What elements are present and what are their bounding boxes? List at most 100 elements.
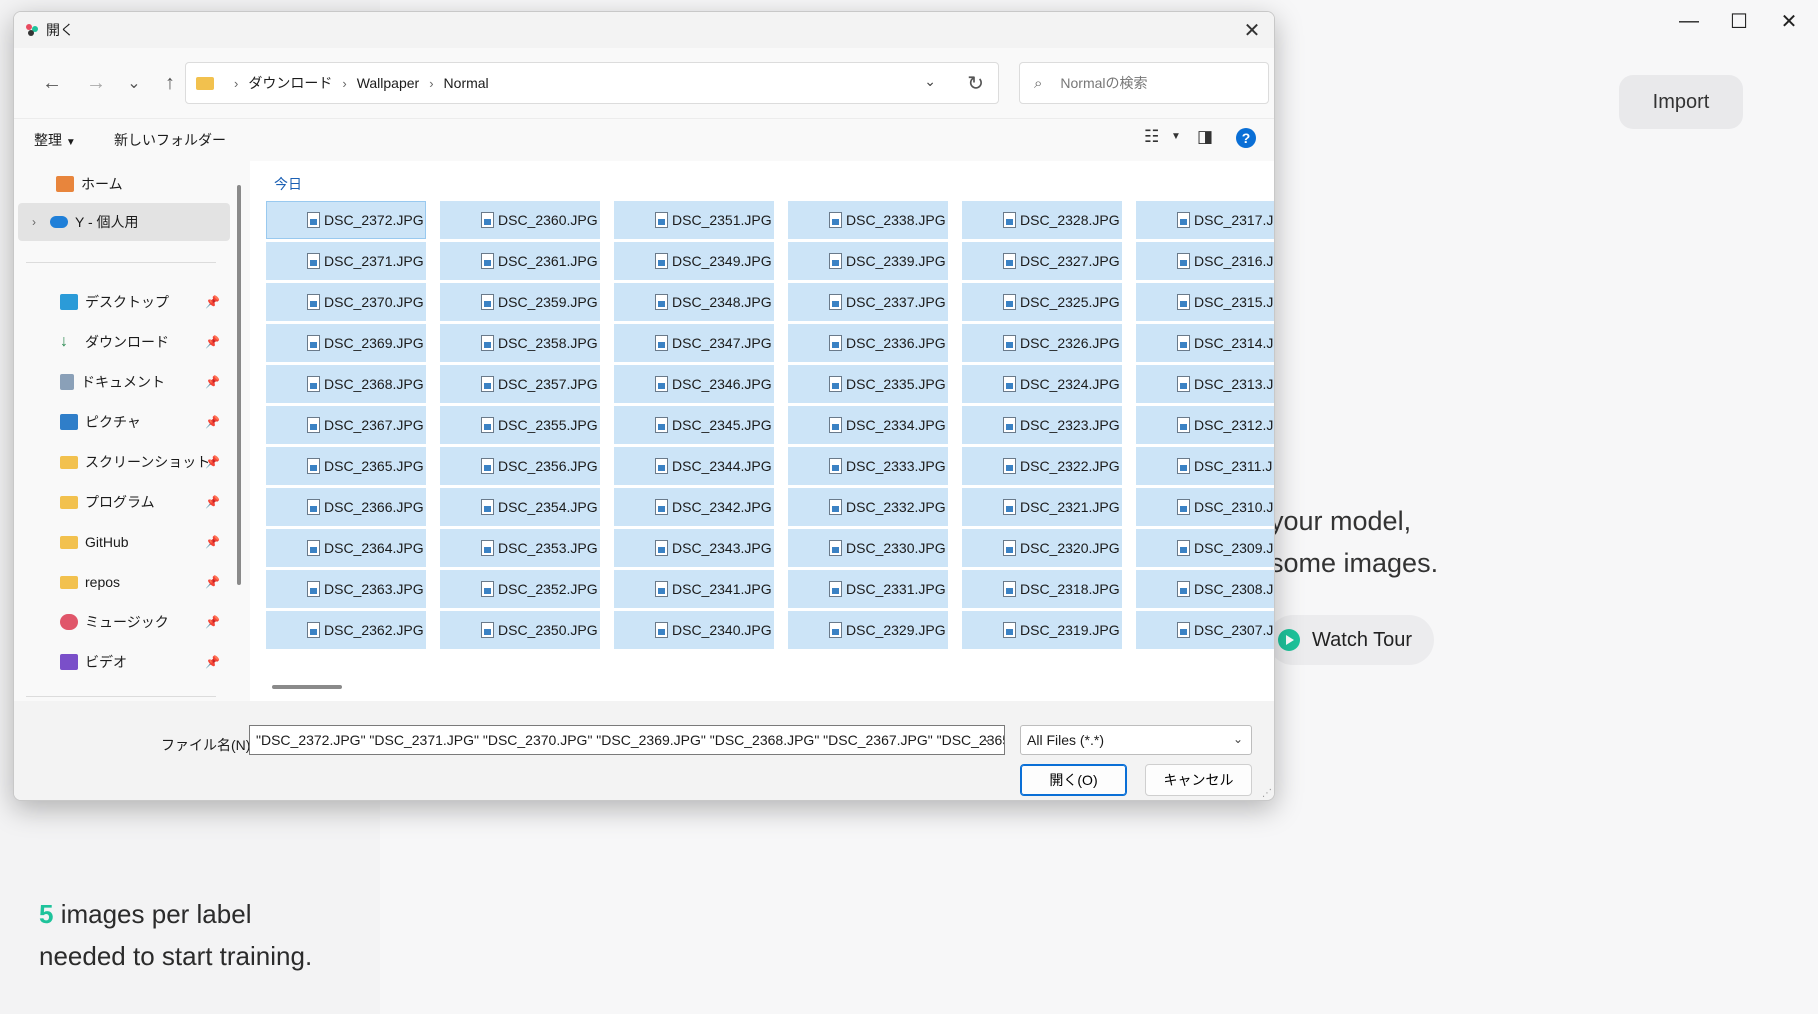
file-item[interactable]: DSC_2361.JPG — [440, 242, 600, 280]
file-item[interactable]: DSC_2313.J — [1136, 365, 1274, 403]
file-item[interactable]: DSC_2318.JPG — [962, 570, 1122, 608]
close-icon[interactable]: ✕ — [1764, 6, 1814, 36]
back-arrow-icon[interactable]: ← — [38, 70, 66, 96]
file-item[interactable]: DSC_2365.JPG — [266, 447, 426, 485]
pin-icon[interactable]: 📌 — [205, 575, 220, 589]
file-item[interactable]: DSC_2349.JPG — [614, 242, 774, 280]
file-item[interactable]: DSC_2335.JPG — [788, 365, 948, 403]
resize-grip-icon[interactable]: ⋰ — [1262, 788, 1272, 799]
nav-item-videos[interactable]: ビデオ 📌 — [18, 643, 230, 681]
file-item[interactable]: DSC_2322.JPG — [962, 447, 1122, 485]
file-item[interactable]: DSC_2346.JPG — [614, 365, 774, 403]
search-input[interactable]: ⌕ Normalの検索 — [1019, 62, 1269, 104]
pin-icon[interactable]: 📌 — [205, 615, 220, 629]
file-item[interactable]: DSC_2311.J — [1136, 447, 1274, 485]
file-item[interactable]: DSC_2329.JPG — [788, 611, 948, 649]
maximize-icon[interactable]: ☐ — [1714, 6, 1764, 36]
file-item[interactable]: DSC_2360.JPG — [440, 201, 600, 239]
file-item[interactable]: DSC_2362.JPG — [266, 611, 426, 649]
file-item[interactable]: DSC_2354.JPG — [440, 488, 600, 526]
file-item[interactable]: DSC_2358.JPG — [440, 324, 600, 362]
chevron-down-icon[interactable]: ⌄ — [924, 73, 936, 90]
minimize-icon[interactable]: — — [1664, 6, 1714, 36]
filetype-select[interactable]: All Files (*.*) ⌄ — [1020, 725, 1252, 755]
preview-pane-icon[interactable]: ◨ — [1197, 127, 1213, 147]
file-item[interactable]: DSC_2307.J — [1136, 611, 1274, 649]
open-button[interactable]: 開く(O) — [1020, 764, 1127, 796]
nav-item-documents[interactable]: ドキュメント 📌 — [18, 363, 230, 401]
pin-icon[interactable]: 📌 — [205, 495, 220, 509]
file-item[interactable]: DSC_2339.JPG — [788, 242, 948, 280]
file-item[interactable]: DSC_2336.JPG — [788, 324, 948, 362]
file-item[interactable]: DSC_2338.JPG — [788, 201, 948, 239]
file-item[interactable]: DSC_2324.JPG — [962, 365, 1122, 403]
file-item[interactable]: DSC_2357.JPG — [440, 365, 600, 403]
file-item[interactable]: DSC_2347.JPG — [614, 324, 774, 362]
file-item[interactable]: DSC_2371.JPG — [266, 242, 426, 280]
forward-arrow-icon[interactable]: → — [82, 70, 110, 96]
file-item[interactable]: DSC_2316.J — [1136, 242, 1274, 280]
breadcrumb-item[interactable]: Normal — [444, 75, 489, 91]
file-item[interactable]: DSC_2359.JPG — [440, 283, 600, 321]
file-item[interactable]: DSC_2363.JPG — [266, 570, 426, 608]
file-item[interactable]: DSC_2309.J — [1136, 529, 1274, 567]
file-item[interactable]: DSC_2364.JPG — [266, 529, 426, 567]
file-item[interactable]: DSC_2368.JPG — [266, 365, 426, 403]
view-options-icon[interactable]: ☷ — [1144, 127, 1159, 147]
nav-item-github[interactable]: GitHub 📌 — [18, 523, 230, 561]
file-item[interactable]: DSC_2352.JPG — [440, 570, 600, 608]
file-item[interactable]: DSC_2321.JPG — [962, 488, 1122, 526]
file-item[interactable]: DSC_2366.JPG — [266, 488, 426, 526]
file-item[interactable]: DSC_2319.JPG — [962, 611, 1122, 649]
nav-item-music[interactable]: ミュージック 📌 — [18, 603, 230, 641]
pin-icon[interactable]: 📌 — [205, 295, 220, 309]
file-item[interactable]: DSC_2320.JPG — [962, 529, 1122, 567]
import-button[interactable]: Import — [1619, 75, 1743, 129]
file-item[interactable]: DSC_2355.JPG — [440, 406, 600, 444]
refresh-icon[interactable]: ↻ — [967, 71, 984, 96]
recent-locations-icon[interactable]: ⌄ — [120, 70, 148, 96]
file-item[interactable]: DSC_2343.JPG — [614, 529, 774, 567]
horizontal-scrollbar[interactable] — [272, 685, 342, 689]
watch-tour-button[interactable]: Watch Tour — [1268, 615, 1434, 665]
up-arrow-icon[interactable]: ↑ — [156, 70, 184, 96]
file-item[interactable]: DSC_2328.JPG — [962, 201, 1122, 239]
nav-item-desktop[interactable]: デスクトップ 📌 — [18, 283, 230, 321]
file-item[interactable]: DSC_2356.JPG — [440, 447, 600, 485]
file-item[interactable]: DSC_2367.JPG — [266, 406, 426, 444]
file-item[interactable]: DSC_2344.JPG — [614, 447, 774, 485]
file-item[interactable]: DSC_2350.JPG — [440, 611, 600, 649]
breadcrumb-item[interactable]: Wallpaper — [357, 75, 420, 91]
file-item[interactable]: DSC_2308.J — [1136, 570, 1274, 608]
pin-icon[interactable]: 📌 — [205, 455, 220, 469]
nav-scrollbar[interactable] — [237, 185, 241, 585]
nav-item-repos[interactable]: repos 📌 — [18, 563, 230, 601]
file-item[interactable]: DSC_2331.JPG — [788, 570, 948, 608]
pin-icon[interactable]: 📌 — [205, 535, 220, 549]
file-item[interactable]: DSC_2327.JPG — [962, 242, 1122, 280]
address-bar[interactable]: › ダウンロード › Wallpaper › Normal ⌄ ↻ — [185, 62, 999, 104]
file-item[interactable]: DSC_2341.JPG — [614, 570, 774, 608]
file-item[interactable]: DSC_2310.J — [1136, 488, 1274, 526]
nav-item-pictures[interactable]: ピクチャ 📌 — [18, 403, 230, 441]
file-item[interactable]: DSC_2340.JPG — [614, 611, 774, 649]
file-item[interactable]: DSC_2369.JPG — [266, 324, 426, 362]
new-folder-button[interactable]: 新しいフォルダー — [114, 130, 226, 150]
file-item[interactable]: DSC_2353.JPG — [440, 529, 600, 567]
file-item[interactable]: DSC_2345.JPG — [614, 406, 774, 444]
file-item[interactable]: DSC_2317.J — [1136, 201, 1274, 239]
chevron-down-icon[interactable]: ⌄ — [982, 731, 992, 745]
file-item[interactable]: DSC_2342.JPG — [614, 488, 774, 526]
help-icon[interactable]: ? — [1236, 128, 1256, 148]
nav-item-programs[interactable]: プログラム 📌 — [18, 483, 230, 521]
nav-item-screenshots[interactable]: スクリーンショット 📌 — [18, 443, 230, 481]
pin-icon[interactable]: 📌 — [205, 655, 220, 669]
organize-button[interactable]: 整理 ▼ — [34, 130, 76, 150]
cancel-button[interactable]: キャンセル — [1145, 764, 1252, 796]
pin-icon[interactable]: 📌 — [205, 375, 220, 389]
file-item[interactable]: DSC_2348.JPG — [614, 283, 774, 321]
filename-input[interactable]: "DSC_2372.JPG" "DSC_2371.JPG" "DSC_2370.… — [249, 725, 1005, 755]
file-item[interactable]: DSC_2314.J — [1136, 324, 1274, 362]
file-item[interactable]: DSC_2312.J — [1136, 406, 1274, 444]
breadcrumb-item[interactable]: ダウンロード — [248, 73, 332, 93]
